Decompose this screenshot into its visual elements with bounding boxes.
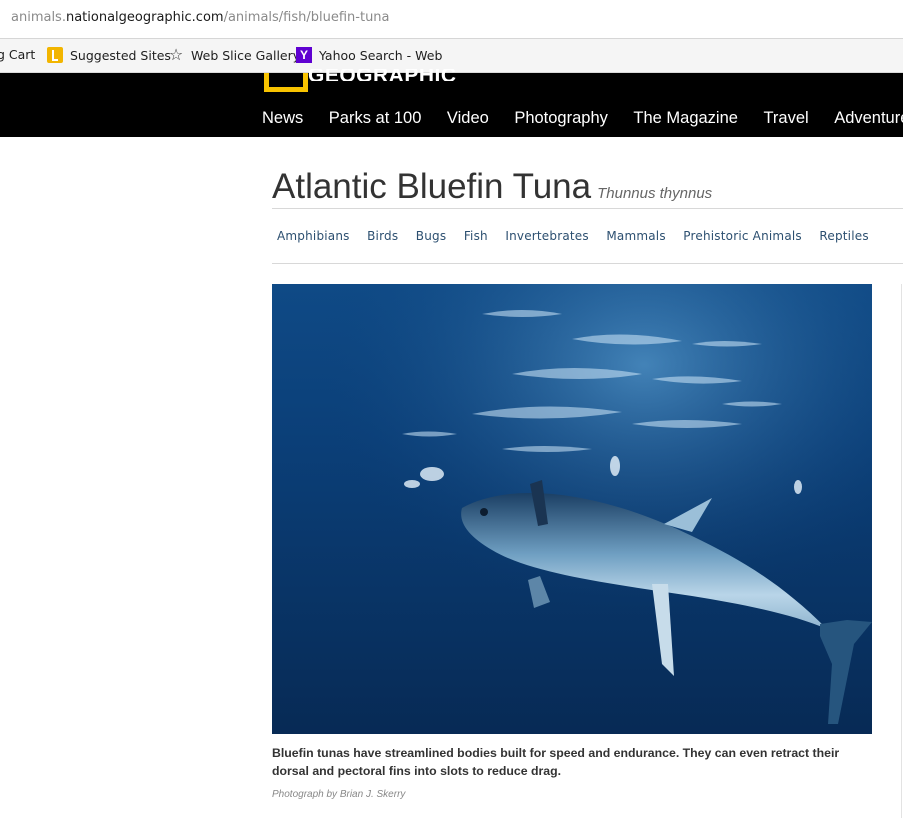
nav-item-travel[interactable]: Travel	[763, 109, 808, 128]
category-invertebrates[interactable]: Invertebrates	[505, 229, 589, 243]
url-domain: nationalgeographic.com	[65, 10, 224, 25]
tuna-illustration	[272, 284, 872, 734]
sidebar-divider	[901, 284, 902, 818]
category-prehistoric-animals[interactable]: Prehistoric Animals	[683, 229, 802, 243]
scientific-name: Thunnus thynnus	[597, 185, 713, 202]
category-mammals[interactable]: Mammals	[606, 229, 665, 243]
favorite-label: g Cart	[0, 47, 36, 62]
page-header: Atlantic Bluefin Tuna Thunnus thynnus	[272, 167, 712, 207]
url-path: /animals/fish/bluefin-tuna	[223, 10, 390, 25]
favorite-label: Suggested Sites	[70, 47, 171, 63]
url-prefix: animals.	[11, 10, 66, 25]
bing-icon	[47, 47, 63, 63]
hero-photo	[272, 284, 872, 734]
star-icon: ☆	[168, 45, 184, 64]
nav-item-parks-at-100[interactable]: Parks at 100	[329, 109, 422, 128]
site-header: GEOGRAPHIC News Parks at 100 Video Photo…	[0, 69, 903, 137]
category-divider	[272, 263, 903, 264]
site-logo-text[interactable]: GEOGRAPHIC	[308, 69, 457, 81]
nav-item-photography[interactable]: Photography	[514, 109, 608, 128]
title-divider	[272, 208, 903, 209]
category-fish[interactable]: Fish	[464, 229, 488, 243]
nav-item-adventure[interactable]: Adventure	[834, 109, 903, 128]
favorite-web-slice-gallery[interactable]: ☆ Web Slice Gallery	[168, 47, 300, 63]
natgeo-logo-icon[interactable]	[264, 73, 308, 92]
favorite-label: Yahoo Search - Web	[319, 47, 443, 63]
nav-item-the-magazine[interactable]: The Magazine	[633, 109, 738, 128]
main-nav: News Parks at 100 Video Photography The …	[262, 109, 903, 128]
favorites-bar: g Cart Suggested Sites ☆ Web Slice Galle…	[0, 39, 903, 73]
address-bar[interactable]: animals.nationalgeographic.com/animals/f…	[0, 0, 903, 39]
category-amphibians[interactable]: Amphibians	[277, 229, 350, 243]
url-text[interactable]: animals.nationalgeographic.com/animals/f…	[11, 10, 390, 25]
nav-item-news[interactable]: News	[262, 109, 303, 128]
photo-credit: Photograph by Brian J. Skerry	[272, 789, 406, 800]
nav-item-video[interactable]: Video	[447, 109, 489, 128]
category-reptiles[interactable]: Reptiles	[819, 229, 868, 243]
yahoo-icon: Y	[296, 47, 312, 63]
page-title: Atlantic Bluefin Tuna	[272, 167, 592, 206]
category-bugs[interactable]: Bugs	[416, 229, 447, 243]
photo-caption: Bluefin tunas have streamlined bodies bu…	[272, 746, 840, 778]
category-nav: Amphibians Birds Bugs Fish Invertebrates…	[277, 229, 886, 243]
category-birds[interactable]: Birds	[367, 229, 398, 243]
favorite-shopping-cart[interactable]: g Cart	[0, 47, 35, 62]
favorite-label: Web Slice Gallery	[191, 47, 301, 63]
favorite-yahoo-search[interactable]: Y Yahoo Search - Web	[296, 47, 442, 63]
favorite-suggested-sites[interactable]: Suggested Sites	[47, 47, 171, 63]
